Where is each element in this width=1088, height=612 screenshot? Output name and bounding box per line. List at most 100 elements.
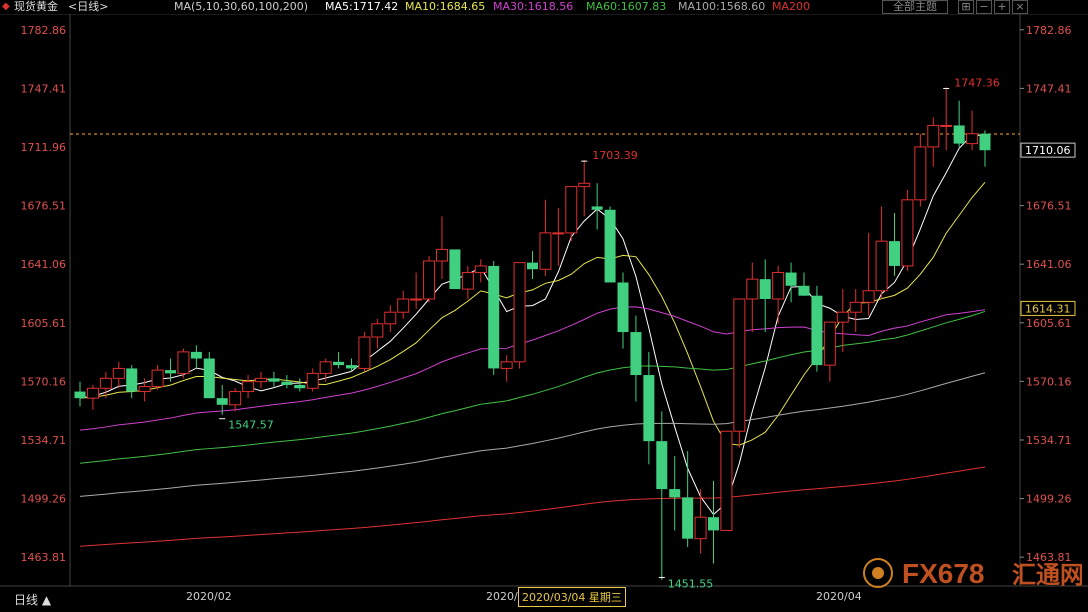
candle-body — [474, 265, 487, 274]
candle — [836, 289, 849, 352]
candle-body — [203, 358, 215, 399]
zoom-in-icon[interactable]: + — [994, 0, 1010, 14]
candle — [126, 365, 138, 399]
candle — [306, 368, 319, 392]
candle — [630, 315, 642, 402]
candle-body — [165, 370, 176, 374]
candle-body — [785, 272, 797, 286]
candlestick-chart[interactable]: 1782.86 1747.41 1711.96 1676.51 1641.06 1605.… — [0, 0, 1088, 608]
candle-body — [229, 391, 242, 406]
candle — [333, 351, 345, 369]
annotation-label: 1747.36 — [954, 76, 1000, 89]
candle-body — [294, 384, 306, 389]
candle — [242, 375, 255, 399]
candle-body — [733, 298, 746, 432]
candle-body — [126, 368, 138, 392]
candle — [436, 216, 448, 280]
candle — [694, 489, 707, 554]
candle — [746, 262, 759, 333]
period-switch[interactable]: 日线 ▲ — [14, 591, 51, 608]
y-tick-right: 1782.86 — [1026, 24, 1072, 37]
candle — [901, 189, 914, 271]
candle-body — [811, 295, 823, 366]
watermark-logo: FX678 汇通网 — [862, 553, 1084, 593]
candle-body — [708, 517, 719, 531]
zoom-out-icon[interactable]: − — [976, 0, 992, 14]
candle — [319, 358, 332, 382]
candle-body — [397, 298, 410, 313]
x-label-mar: 2020/ — [486, 590, 518, 603]
menu-icon[interactable]: ◆ — [2, 0, 10, 14]
candle — [682, 451, 694, 547]
candle — [513, 262, 526, 369]
ma60-value: MA60:1607.83 — [586, 0, 667, 13]
candle — [979, 130, 991, 167]
candle-body — [578, 182, 591, 188]
candle-body — [720, 430, 733, 531]
candle-body — [358, 336, 371, 369]
candle-body — [461, 272, 474, 290]
candle-body — [836, 311, 849, 323]
candle-body — [216, 398, 228, 405]
x-label-feb: 2020/02 — [186, 590, 232, 603]
candle-body — [914, 146, 927, 201]
candle-body — [940, 124, 953, 127]
candle — [449, 249, 461, 290]
candle — [643, 351, 655, 465]
current-price-label: 1710.06 — [1025, 144, 1071, 157]
candle-body — [889, 241, 900, 266]
grid-toggle-icon[interactable]: ⊞ — [958, 0, 974, 14]
candle — [772, 265, 785, 324]
watermark-text: FX678 — [902, 558, 985, 589]
candle — [656, 411, 668, 580]
candle-body — [591, 206, 603, 210]
candle-body — [151, 369, 164, 388]
candle — [914, 133, 927, 207]
candle — [281, 375, 293, 389]
candle — [384, 305, 397, 333]
candle — [759, 259, 771, 333]
candle-body — [138, 386, 151, 393]
candle — [966, 110, 979, 151]
cursor-price-label: 1614.31 — [1025, 302, 1071, 315]
candle — [151, 365, 164, 390]
candle-body — [488, 265, 500, 369]
ma-params[interactable]: MA(5,10,30,60,100,200) — [174, 0, 308, 14]
candle-body — [177, 351, 190, 374]
period-label[interactable]: <日线> — [68, 0, 108, 14]
y-tick-left: 1570.16 — [21, 375, 67, 388]
candle — [112, 361, 125, 389]
ma200-value: MA200 — [772, 0, 811, 13]
candle — [397, 290, 410, 319]
theme-dropdown[interactable]: 全部主题 — [882, 0, 948, 14]
candle-body — [746, 278, 759, 300]
y-tick-left: 1463.81 — [21, 551, 67, 564]
candle — [268, 371, 280, 387]
symbol-label[interactable]: 现货黄金 — [14, 0, 58, 14]
candle-body — [449, 249, 461, 290]
candle-body — [255, 377, 267, 383]
y-tick-right: 1676.51 — [1026, 200, 1072, 213]
ma100-value: MA100:1568.60 — [678, 0, 766, 13]
candle — [474, 259, 487, 283]
x-label-apr: 2020/04 — [816, 590, 862, 603]
candle-body — [901, 199, 914, 267]
candle — [423, 256, 436, 303]
ma10-value: MA10:1684.65 — [405, 0, 486, 13]
y-tick-left: 1676.51 — [21, 200, 67, 213]
candle — [720, 430, 733, 531]
candle-body — [875, 240, 888, 292]
candle — [203, 351, 215, 399]
candle-body — [953, 125, 965, 144]
candle — [940, 87, 953, 151]
candle — [669, 456, 681, 531]
candle-body — [927, 124, 940, 148]
theme-dropdown-label: 全部主题 — [893, 0, 937, 13]
candle-body — [630, 332, 642, 376]
candle — [229, 388, 242, 412]
candle-body — [99, 377, 112, 389]
candle-body — [333, 361, 345, 366]
candle — [410, 272, 423, 309]
close-icon[interactable]: × — [1012, 0, 1028, 14]
candle-body — [500, 361, 513, 369]
